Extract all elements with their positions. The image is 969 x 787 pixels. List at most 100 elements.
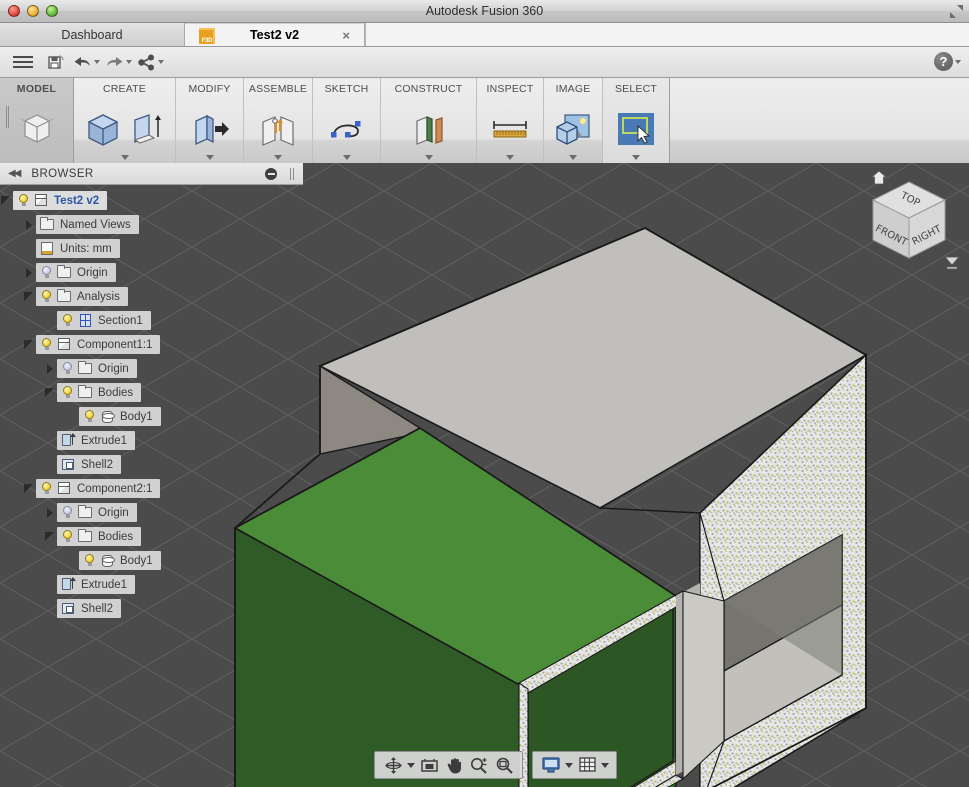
panel-caret-inspect[interactable]: [506, 155, 514, 160]
workspace-switcher-model[interactable]: MODEL: [0, 78, 74, 163]
visibility-bulb-icon[interactable]: [60, 505, 75, 520]
zoom-button[interactable]: [468, 754, 490, 776]
tree-item-shell2[interactable]: Shell2: [0, 599, 303, 618]
tab-dashboard[interactable]: Dashboard: [0, 23, 185, 46]
hamburger-menu-icon[interactable]: [6, 49, 40, 75]
orbit-button[interactable]: [382, 754, 404, 776]
panel-caret-modify[interactable]: [205, 155, 214, 160]
visibility-bulb-icon[interactable]: [60, 529, 75, 544]
tree-item-body1[interactable]: Body1: [0, 407, 303, 426]
ribbon-panel-modify: MODIFY: [176, 78, 244, 163]
display-settings-button[interactable]: [540, 754, 562, 776]
pan-button[interactable]: [443, 754, 465, 776]
display-settings-caret-icon[interactable]: [565, 762, 573, 768]
visibility-bulb-icon[interactable]: [60, 385, 75, 400]
tree-item-named-views[interactable]: Named Views: [0, 215, 303, 234]
spline-icon[interactable]: [324, 109, 370, 149]
tree-expander-open-icon[interactable]: [0, 194, 13, 207]
tree-item-units-mm[interactable]: Units: mm: [0, 239, 303, 258]
tree-expander-open-icon[interactable]: [23, 338, 36, 351]
zoom-window-button[interactable]: [493, 754, 515, 776]
orbit-caret-icon[interactable]: [407, 762, 415, 768]
tree-item-origin[interactable]: Origin: [0, 359, 303, 378]
collapse-left-icon[interactable]: ◀◀: [8, 168, 21, 179]
measure-ruler-icon[interactable]: [486, 109, 534, 149]
tree-expander-closed-icon[interactable]: [23, 266, 36, 279]
grid-snaps-button[interactable]: [576, 754, 598, 776]
tree-item-label: Component2:1: [77, 482, 153, 495]
tree-expander-closed-icon[interactable]: [44, 506, 57, 519]
visibility-bulb-icon[interactable]: [60, 313, 75, 328]
nav-group-display: [532, 751, 617, 779]
ribbon-panel-select: SELECT: [603, 78, 670, 163]
tree-item-extrude1[interactable]: Extrude1: [0, 575, 303, 594]
panel-caret-create[interactable]: [120, 155, 129, 160]
panel-caret-image[interactable]: [569, 155, 577, 160]
share-button[interactable]: [134, 49, 166, 75]
tree-item-test2-v2[interactable]: Test2 v2: [0, 191, 303, 210]
tab-test2-v2[interactable]: F3D Test2 v2 ×: [185, 23, 365, 46]
extrude-icon[interactable]: [127, 109, 167, 149]
visibility-bulb-icon[interactable]: [82, 553, 97, 568]
save-button[interactable]: [40, 49, 70, 75]
tree-expander-closed-icon[interactable]: [44, 362, 57, 375]
grid-snaps-caret-icon[interactable]: [601, 762, 609, 768]
help-icon: ?: [934, 52, 953, 71]
home-icon[interactable]: [871, 170, 887, 185]
grid-icon: [578, 757, 596, 772]
tree-item-component2-1[interactable]: Component2:1: [0, 479, 303, 498]
panel-caret-construct[interactable]: [424, 155, 433, 160]
tree-expander-open-icon[interactable]: [23, 290, 36, 303]
tree-item-label: Shell2: [81, 602, 113, 615]
visibility-bulb-icon[interactable]: [60, 361, 75, 376]
visibility-bulb-icon[interactable]: [82, 409, 97, 424]
select-window-cursor-icon[interactable]: [616, 109, 656, 149]
tree-expander-open-icon[interactable]: [44, 386, 57, 399]
visibility-bulb-icon[interactable]: [39, 481, 54, 496]
undo-button[interactable]: [70, 49, 102, 75]
close-tab-icon[interactable]: ×: [342, 27, 350, 44]
visibility-bulb-icon[interactable]: [39, 337, 54, 352]
redo-button[interactable]: [102, 49, 134, 75]
tree-item-section1[interactable]: Section1: [0, 311, 303, 330]
tree-item-body1[interactable]: Body1: [0, 551, 303, 570]
tree-expander-closed-icon[interactable]: [23, 218, 36, 231]
tree-item-origin[interactable]: Origin: [0, 263, 303, 282]
viewcube-menu-icon[interactable]: [943, 255, 961, 271]
tree-item-shell2[interactable]: Shell2: [0, 455, 303, 474]
panel-caret-select[interactable]: [632, 155, 640, 160]
panel-caret-assemble[interactable]: [274, 155, 282, 160]
offset-plane-icon[interactable]: [407, 109, 451, 149]
tree-item-bodies[interactable]: Bodies: [0, 383, 303, 402]
visibility-bulb-icon[interactable]: [39, 265, 54, 280]
tree-expander-open-icon[interactable]: [23, 482, 36, 495]
undo-caret-icon[interactable]: [93, 60, 100, 64]
panel-caret-sketch[interactable]: [342, 155, 351, 160]
viewcube[interactable]: TOP FRONT RIGHT: [859, 168, 961, 273]
press-pull-icon[interactable]: [188, 109, 232, 149]
ribbon-toolbar: MODEL CREATE MODIFY ASSEMBLE SKETCH CONS…: [0, 78, 969, 163]
pan-hand-icon: [447, 757, 461, 773]
redo-caret-icon[interactable]: [125, 60, 132, 64]
help-caret-icon[interactable]: [955, 59, 961, 64]
restore-window-icon[interactable]: [949, 4, 964, 19]
canvas-image-icon[interactable]: [552, 109, 594, 149]
tree-item-origin[interactable]: Origin: [0, 503, 303, 522]
tree-item-analysis[interactable]: Analysis: [0, 287, 303, 306]
browser-tree: Test2 v2 Named Views Units: mm Origin Analys…: [0, 185, 303, 618]
visibility-bulb-icon[interactable]: [39, 289, 54, 304]
tree-item-bodies[interactable]: Bodies: [0, 527, 303, 546]
tree-item-extrude1[interactable]: Extrude1: [0, 431, 303, 450]
panel-grip-icon[interactable]: [290, 168, 294, 180]
tree-item-component1-1[interactable]: Component1:1: [0, 335, 303, 354]
document-component-icon: [33, 193, 50, 208]
share-caret-icon[interactable]: [157, 60, 164, 64]
box-solid-icon[interactable]: [83, 109, 123, 149]
tree-expander-open-icon[interactable]: [44, 530, 57, 543]
folder-icon: [39, 216, 56, 232]
minimize-panel-icon[interactable]: [265, 168, 277, 180]
fit-button[interactable]: [418, 754, 440, 776]
visibility-bulb-icon[interactable]: [16, 193, 31, 208]
help-button[interactable]: ?: [934, 52, 961, 71]
joint-icon[interactable]: [255, 109, 301, 149]
